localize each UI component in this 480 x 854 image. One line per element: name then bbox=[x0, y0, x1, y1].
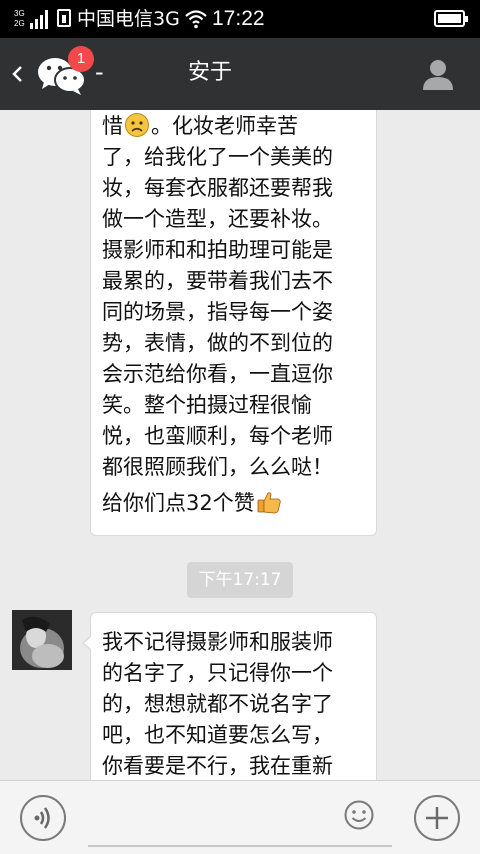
message-line: 最累的，要带着我们去不 bbox=[102, 269, 333, 293]
message-line: 悦，也蛮顺利，每个老师 bbox=[102, 424, 333, 448]
message-bubble[interactable]: 惜。化妆老师幸苦 了，给我化了一个美美的 妆，每套衣服都还要帮我 做一个造型，还… bbox=[90, 110, 377, 536]
message-line: 摄影师和和拍助理可能是 bbox=[102, 238, 333, 262]
message-line: 惜。化妆老师幸苦 bbox=[102, 113, 298, 138]
message-line: 都很照顾我们，么么哒！ bbox=[102, 455, 333, 479]
status-clock: 17:22 bbox=[212, 7, 265, 30]
thumbs-up-icon bbox=[257, 492, 281, 514]
input-bar bbox=[0, 780, 480, 854]
carrier-name: 中国电信3G bbox=[77, 8, 180, 30]
network-3g-label: 3G bbox=[14, 9, 25, 18]
message-line: 同的场景，指导每一个姿 bbox=[102, 300, 333, 324]
message-line: 笑。整个拍摄过程很愉 bbox=[102, 393, 312, 417]
chevron-left-icon[interactable] bbox=[10, 60, 26, 88]
message-line: 势，表情，做的不到位的 bbox=[102, 331, 333, 355]
chat-area[interactable]: 惜。化妆老师幸苦 了，给我化了一个美美的 妆，每套衣服都还要帮我 做一个造型，还… bbox=[0, 110, 480, 780]
voice-icon bbox=[34, 807, 50, 829]
status-bar: 3G 2G 中国电信3G 17:22 bbox=[0, 0, 480, 38]
message-line: 的名字了，只记得你一个 bbox=[102, 661, 333, 685]
plus-button[interactable] bbox=[414, 795, 460, 841]
person-icon[interactable] bbox=[420, 56, 456, 92]
message-line: 我不记得摄影师和服装师 bbox=[102, 630, 333, 654]
smiley-icon[interactable] bbox=[343, 799, 375, 831]
message-line: 做一个造型，还要补妆。 bbox=[102, 207, 333, 231]
message-line: 给你们点32个赞 bbox=[102, 488, 365, 519]
timestamp-label: 下午17:17 bbox=[187, 562, 293, 598]
message-line: 吧，也不知道要怎么写， bbox=[102, 723, 333, 747]
message-line: 会示范给你看，一直逗你 bbox=[102, 362, 333, 386]
sim-card-icon bbox=[57, 9, 71, 27]
sad-face-icon bbox=[125, 113, 149, 137]
network-2g-label: 2G bbox=[14, 19, 25, 28]
message-line: 妆，每套衣服都还要帮我 bbox=[102, 176, 333, 200]
avatar[interactable] bbox=[12, 610, 72, 670]
title-separator: - bbox=[95, 58, 104, 86]
wifi-icon bbox=[185, 10, 207, 29]
plus-icon bbox=[426, 807, 448, 829]
message-line: 了，给我化了一个美美的 bbox=[102, 145, 333, 169]
battery-icon bbox=[434, 10, 468, 27]
message-line: 的，想想就都不说名字了 bbox=[102, 692, 333, 716]
unread-badge: 1 bbox=[68, 46, 94, 72]
voice-button[interactable] bbox=[20, 795, 66, 841]
chat-title: 安于 bbox=[187, 60, 232, 85]
message-bubble[interactable]: 我不记得摄影师和服装师 的名字了，只记得你一个 的，想想就都不说名字了 吧，也不… bbox=[82, 612, 377, 780]
signal-icon bbox=[30, 9, 52, 29]
chat-header: 1 - 安于 bbox=[0, 38, 480, 110]
avatar-photo bbox=[12, 610, 72, 670]
message-line: 你看要是不行，我在重新 bbox=[102, 754, 333, 778]
